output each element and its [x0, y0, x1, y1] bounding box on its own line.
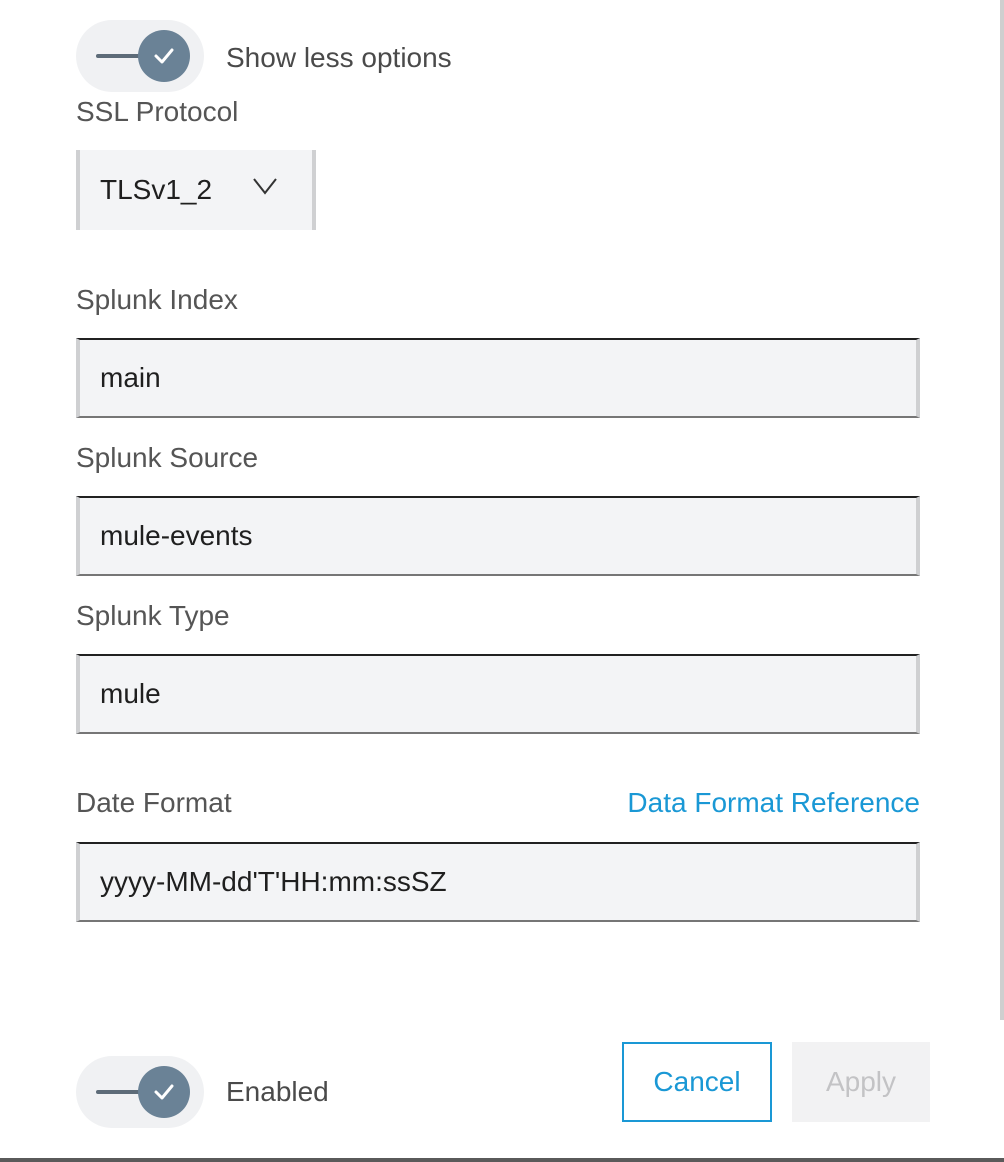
splunk-type-label: Splunk Type	[76, 600, 230, 631]
panel-bottom-edge	[0, 1158, 1004, 1162]
data-format-reference-link[interactable]: Data Format Reference	[627, 786, 920, 820]
splunk-index-input[interactable]	[76, 338, 920, 418]
ssl-protocol-label: SSL Protocol	[76, 96, 239, 127]
toggle-knob	[138, 1066, 190, 1118]
panel-right-edge	[1000, 0, 1004, 1020]
check-icon	[154, 1084, 174, 1100]
splunk-type-input[interactable]	[76, 654, 920, 734]
date-format-input[interactable]	[76, 842, 920, 922]
chevron-down-icon	[253, 178, 277, 195]
apply-button[interactable]: Apply	[792, 1042, 930, 1122]
enabled-label: Enabled	[226, 1076, 329, 1107]
check-icon	[154, 48, 174, 64]
ssl-protocol-selected-value: TLSv1_2	[100, 174, 213, 205]
splunk-source-input[interactable]	[76, 496, 920, 576]
show-less-options-toggle[interactable]	[76, 20, 204, 92]
ssl-protocol-select[interactable]: TLSv1_2	[76, 150, 316, 230]
enabled-toggle[interactable]	[76, 1056, 204, 1128]
date-format-label: Date Format	[76, 787, 232, 818]
show-less-options-label: Show less options	[226, 42, 452, 73]
cancel-button[interactable]: Cancel	[622, 1042, 772, 1122]
toggle-knob	[138, 30, 190, 82]
splunk-source-label: Splunk Source	[76, 442, 259, 473]
splunk-index-label: Splunk Index	[76, 284, 238, 315]
